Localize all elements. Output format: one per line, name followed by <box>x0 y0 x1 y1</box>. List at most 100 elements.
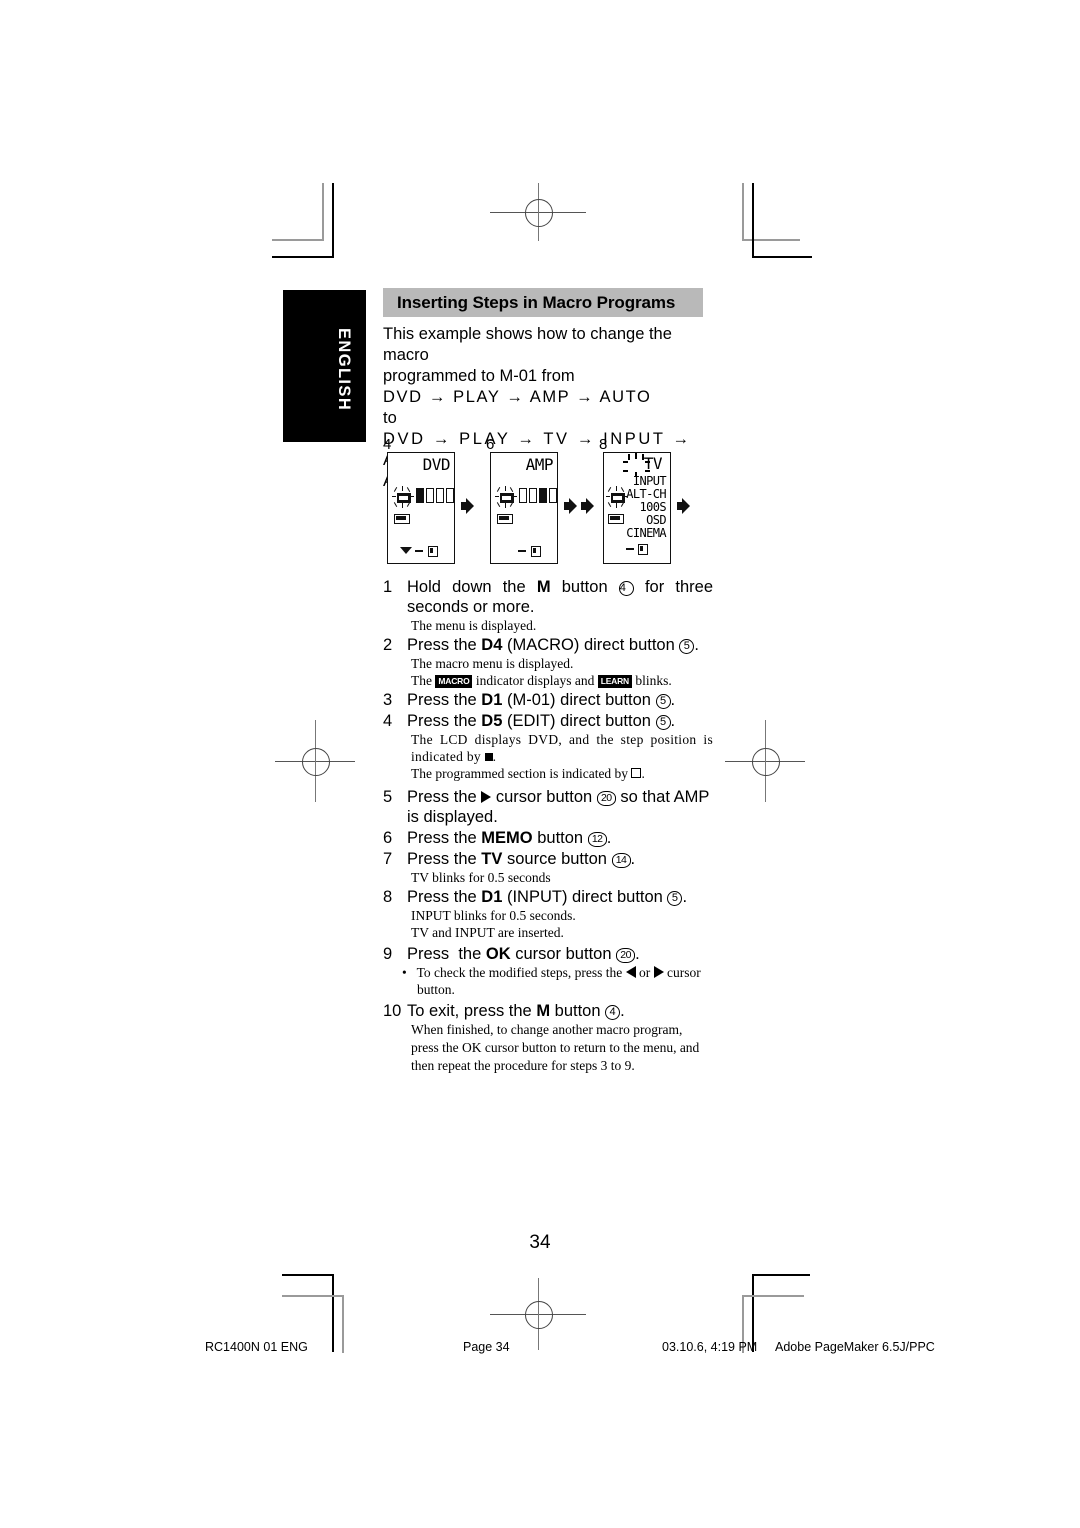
step-segments-1 <box>416 488 454 503</box>
step-note-indicators: The MACRO indicator displays and LEARN b… <box>411 673 672 688</box>
step-text: Press the D1 (INPUT) direct button 5. <box>407 888 688 906</box>
lcd-footer-2 <box>491 546 557 557</box>
step-text: Hold down the M button 4 for three secon… <box>407 578 713 616</box>
step-text: Press the cursor button 20 so that AMP i… <box>407 788 710 826</box>
lcd-display-dvd: DVD <box>387 452 455 564</box>
callout-5: 5 <box>655 715 671 730</box>
step-segments-2 <box>519 488 557 503</box>
step-note: TV and INPUT are inserted. <box>411 925 564 940</box>
intro-line-2: programmed to M-01 from <box>383 367 575 385</box>
registration-mark-right <box>725 720 805 802</box>
right-cursor-icon <box>653 966 664 978</box>
macro-badge: MACRO <box>435 675 473 688</box>
step-item-8: 8 Press the D1 (INPUT) direct button 5. <box>383 887 713 907</box>
lcd-step-number-3: 8 <box>599 436 608 453</box>
step-number: 6 <box>383 829 393 847</box>
registration-mark-left <box>275 720 355 802</box>
memo-indicator-icon <box>497 514 513 524</box>
print-footer: RC1400N 01 ENG Page 34 03.10.6, 4:19 PM … <box>0 1340 1080 1360</box>
language-tab: ENGLISH <box>283 290 366 442</box>
step-text: To exit, press the M button 4. <box>407 1002 625 1020</box>
flow-arrow-1 <box>461 498 474 514</box>
step-item-1: 1 Hold down the M button 4 for three sec… <box>383 577 713 617</box>
callout-4: 4 <box>618 581 634 596</box>
step-text: Press the OK cursor button 20. <box>407 945 640 963</box>
right-cursor-icon <box>481 791 492 803</box>
callout-20: 20 <box>616 948 636 963</box>
filled-square-icon <box>484 753 493 761</box>
learn-badge: LEARN <box>597 675 632 688</box>
step-number: 10 <box>383 1002 402 1020</box>
callout-12: 12 <box>587 832 607 847</box>
step-number: 4 <box>383 712 393 730</box>
step-note: When finished, to change another macro p… <box>411 1022 700 1073</box>
step-item-6: 6 Press the MEMO button 12. <box>383 828 713 848</box>
flow-arrow-2 <box>564 498 577 514</box>
step-text: Press the D1 (M-01) direct button 5. <box>407 691 676 709</box>
lcd-display-amp: AMP <box>490 452 558 564</box>
step-number: 1 <box>383 578 393 596</box>
step-item-4: 4 Press the D5 (EDIT) direct button 5. <box>383 711 713 731</box>
footer-software: Adobe PageMaker 6.5J/PPC <box>775 1340 935 1354</box>
intro-line-3: DVD → PLAY → AMP → AUTO <box>383 388 652 406</box>
step-text: Press the MEMO button 12. <box>407 829 612 847</box>
flow-arrow-4 <box>677 498 690 514</box>
step-note-bullet: • To check the modified steps, press the… <box>402 965 701 997</box>
blink-indicator-icon <box>606 486 628 508</box>
lcd-main-text-2: AMP <box>525 455 554 474</box>
step-item-9: 9 Press the OK cursor button 20. <box>383 944 713 964</box>
step-item-3: 3 Press the D1 (M-01) direct button 5. <box>383 690 713 710</box>
step-note: INPUT blinks for 0.5 seconds. <box>411 908 576 923</box>
footer-page-label: Page 34 <box>463 1340 510 1354</box>
language-tab-label: ENGLISH <box>335 328 353 412</box>
step-item-2: 2 Press the D4 (MACRO) direct button 5. <box>383 635 713 655</box>
step-item-10: 10 To exit, press the M button 4. <box>383 1001 713 1021</box>
manual-page: ENGLISH Inserting Steps in Macro Program… <box>0 0 1080 1528</box>
step-number: 3 <box>383 691 393 709</box>
callout-14: 14 <box>611 853 631 868</box>
open-square-icon <box>631 768 642 778</box>
lcd-display-tv: TV INPUT ALT-CH 100S OSD CINEMA <box>603 452 671 564</box>
step-note: The LCD displays DVD, and the step posit… <box>411 732 713 764</box>
lcd-main-text-1: DVD <box>422 455 451 474</box>
callout-20: 20 <box>596 791 616 806</box>
step-item-5: 5 Press the cursor button 20 so that AMP… <box>383 787 713 827</box>
step-note: TV blinks for 0.5 seconds <box>411 870 551 885</box>
step-note: The macro menu is displayed. <box>411 656 574 671</box>
memo-indicator-icon <box>608 514 624 524</box>
step-item-7: 7 Press the TV source button 14. <box>383 849 713 869</box>
step-text: Press the D5 (EDIT) direct button 5. <box>407 712 676 730</box>
lcd-step-number-2: 6 <box>486 436 495 453</box>
step-note: The programmed section is indicated by . <box>411 766 645 781</box>
lcd-line-cinema: CINEMA <box>626 526 666 540</box>
step-text: Press the D4 (MACRO) direct button 5. <box>407 636 699 654</box>
memo-indicator-icon <box>394 514 410 524</box>
page-number: 34 <box>529 1232 551 1253</box>
lcd-footer-1 <box>388 546 454 557</box>
lcd-figure-strip: 4 DVD 6 AMP 8 TV INPUT ALT-CH 100S OSD C… <box>383 436 723 564</box>
section-title-bar: Inserting Steps in Macro Programs <box>383 288 703 317</box>
blink-indicator-icon <box>392 486 414 508</box>
lcd-step-number-1: 4 <box>383 436 392 453</box>
callout-5: 5 <box>655 694 671 709</box>
step-number: 9 <box>383 945 393 963</box>
footer-file-id: RC1400N 01 ENG <box>205 1340 308 1354</box>
callout-4: 4 <box>605 1005 621 1020</box>
callout-5: 5 <box>667 891 683 906</box>
registration-mark-top <box>490 183 586 241</box>
step-number: 8 <box>383 888 393 906</box>
step-number: 7 <box>383 850 393 868</box>
lcd-footer-3 <box>604 544 670 555</box>
blink-indicator-icon <box>495 486 517 508</box>
left-cursor-icon <box>625 966 636 978</box>
step-note: The menu is displayed. <box>411 618 537 633</box>
step-number: 2 <box>383 636 393 654</box>
step-text: Press the TV source button 14. <box>407 850 636 868</box>
intro-line-1: This example shows how to change the mac… <box>383 325 672 364</box>
step-list: 1 Hold down the M button 4 for three sec… <box>383 576 713 1075</box>
flow-arrow-3 <box>581 498 594 514</box>
page-title: Inserting Steps in Macro Programs <box>397 293 676 312</box>
callout-5: 5 <box>679 639 695 654</box>
step-number: 5 <box>383 788 393 806</box>
footer-timestamp: 03.10.6, 4:19 PM <box>662 1340 758 1354</box>
